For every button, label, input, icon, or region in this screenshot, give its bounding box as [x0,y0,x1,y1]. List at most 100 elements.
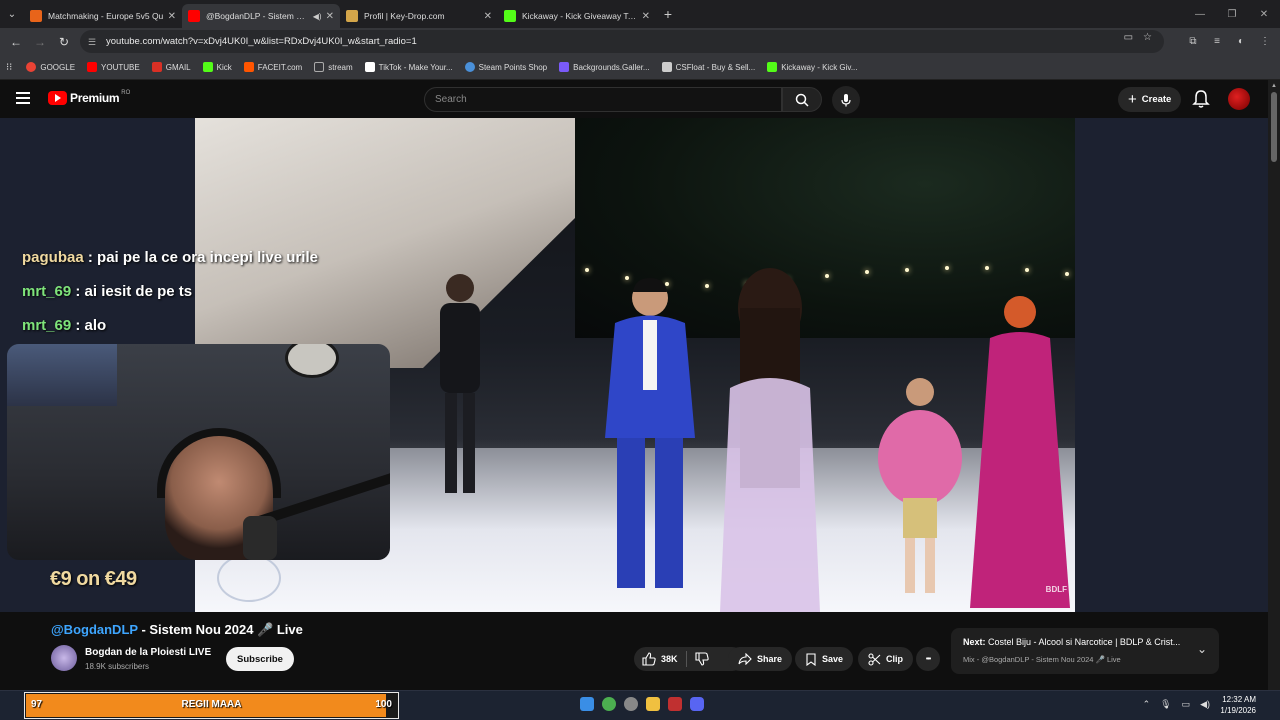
bookmarks-bar: ⁝⁝ GOOGLE YOUTUBE GMAIL Kick FACEIT.com … [0,55,1280,80]
bookmark-csfloat[interactable]: CSFloat - Buy & Sell... [661,62,755,72]
minimize-icon[interactable]: — [1184,0,1216,28]
scroll-up-icon[interactable]: ▲ [1271,83,1277,89]
bookmark-youtube[interactable]: YOUTUBE [87,62,140,72]
headset-icon [157,428,281,498]
bookmark-label: FACEIT.com [257,62,303,72]
chat-username: mrt_69 [22,283,72,300]
volume-icon[interactable]: ◀) [1200,699,1210,710]
plus-icon: + [1128,91,1137,108]
discord-icon[interactable] [690,697,704,711]
chat-text: pai pe la ce ora incepi live urile [97,249,318,266]
forward-icon[interactable]: → [28,30,52,54]
folder-icon [314,62,325,72]
channel-name[interactable]: Bogdan de la Ploiesti LIVE [85,647,211,658]
browser-tab-active[interactable]: @BogdanDLP - Sistem Nou ◀) ✕ [182,4,340,28]
chrome-icon[interactable] [602,697,616,711]
search-input[interactable]: Search [424,87,782,112]
share-label: Share [757,654,783,664]
bookmark-backgrounds[interactable]: Backgrounds.Galler... [559,62,650,72]
notifications-bell-icon[interactable] [1192,89,1210,109]
file-explorer-icon[interactable] [646,697,660,711]
chat-separator: : [71,317,85,334]
close-window-icon[interactable]: ✕ [1248,0,1280,28]
menu-icon[interactable]: ⋮ [1256,36,1274,47]
back-icon[interactable]: ← [4,30,28,54]
address-bar[interactable]: ☰ youtube.com/watch?v=xDvj4UK0I_w&list=R… [80,30,1164,53]
page-scrollbar[interactable]: ▲ [1268,80,1280,690]
account-avatar[interactable] [1228,88,1250,110]
google-icon [26,62,37,72]
chat-username: mrt_69 [22,317,72,334]
wall-clock [285,344,339,378]
tab-search-icon[interactable]: ⌄ [0,0,24,28]
apps-icon[interactable]: ⁝⁝ [6,62,12,73]
keydrop-favicon-icon [346,10,358,22]
subscribe-button[interactable]: Subscribe [226,647,294,671]
title-channel-mention[interactable]: @BogdanDLP [51,622,138,637]
voice-search-button[interactable] [832,86,860,114]
bookmark-gmail[interactable]: GMAIL [151,62,191,72]
bookmark-star-icon[interactable]: ☆ [1143,32,1152,43]
clip-button[interactable]: Clip [858,647,913,671]
bookmark-folder-stream[interactable]: stream [314,62,353,72]
browser-tab[interactable]: Matchmaking - Europe 5v5 Qu ✕ [24,4,182,28]
create-button[interactable]: + Create [1118,87,1182,112]
app-icon[interactable] [668,697,682,711]
stream-goal-bar: 97 REGII MAAA 100 [24,692,399,719]
bookmark-kick[interactable]: Kick [202,62,232,72]
bookmark-label: TikTok - Make Your... [378,62,453,72]
bookmark-faceit[interactable]: FACEIT.com [243,62,303,72]
profile-icon[interactable]: ◐ [1232,36,1250,47]
close-tab-icon[interactable]: ✕ [168,11,176,22]
tab-title: Kickaway - Kick Giveaway Tool [522,11,638,21]
close-tab-icon[interactable]: ✕ [642,11,650,22]
media-control-icon[interactable]: ≡ [1208,36,1226,47]
browser-tab[interactable]: Kickaway - Kick Giveaway Tool ✕ [498,4,656,28]
next-video-card[interactable]: Next: Costel Biju - Alcool si Narcotice … [951,628,1219,674]
chevron-down-icon[interactable]: ⌄ [1197,642,1207,656]
system-clock[interactable]: 12:32 AM 1/19/2026 [1220,694,1256,716]
chat-separator: : [83,249,98,266]
share-button[interactable]: Share [728,647,793,671]
chevron-up-icon[interactable]: ⌃ [1143,699,1151,710]
scrollbar-thumb[interactable] [1271,92,1277,162]
close-tab-icon[interactable]: ✕ [326,11,334,22]
channel-avatar[interactable] [51,645,77,671]
close-tab-icon[interactable]: ✕ [484,11,492,22]
microphone-tray-icon[interactable]: 🎙 [1160,699,1171,710]
new-tab-icon[interactable]: + [656,6,680,22]
search-button[interactable] [782,87,822,112]
obs-icon[interactable] [624,697,638,711]
bookmark-tiktok[interactable]: TikTok - Make Your... [364,62,453,72]
save-button[interactable]: Save [795,647,854,671]
maximize-icon[interactable]: ❐ [1216,0,1248,28]
site-info-icon[interactable]: ☰ [88,37,100,47]
dislike-button[interactable] [687,647,722,671]
menu-hamburger-icon[interactable] [16,92,30,104]
search-placeholder: Search [435,94,467,105]
more-actions-button[interactable]: ••• [916,647,940,671]
logo-text: Premium [70,91,120,105]
donation-goal-text: €9 on €49 [50,568,137,590]
video-player[interactable]: BDLF pagubaa : pai pe la ce ora incepi l… [0,118,1268,612]
bookmark-steam[interactable]: Steam Points Shop [464,62,547,72]
faceit-icon [243,62,254,72]
reload-icon[interactable]: ↻ [52,30,76,54]
windows-start-icon[interactable] [580,697,594,711]
faceit-favicon-icon [30,10,42,22]
bookmark-google[interactable]: GOOGLE [26,62,75,72]
tab-title: @BogdanDLP - Sistem Nou [206,11,309,21]
youtube-premium-logo[interactable]: Premium RO [48,90,130,105]
windows-taskbar: 97 REGII MAAA 100 ⌃ 🎙 ▭ ◀) 12:32 AM 1/19… [0,690,1280,720]
like-button[interactable]: 38K [634,647,686,671]
bookmark-label: Kickaway - Kick Giv... [781,62,858,72]
next-prefix: Next: [963,637,986,647]
cast-icon[interactable]: ▭ [1124,32,1133,43]
search-icon [795,93,809,107]
scissors-icon [868,652,881,666]
network-icon[interactable]: ▭ [1182,699,1191,710]
bookmark-kickaway[interactable]: Kickaway - Kick Giv... [767,62,858,72]
browser-tab[interactable]: Profil | Key-Drop.com ✕ [340,4,498,28]
extensions-icon[interactable]: ⧉ [1184,36,1202,47]
speaker-icon[interactable]: ◀) [313,12,322,21]
